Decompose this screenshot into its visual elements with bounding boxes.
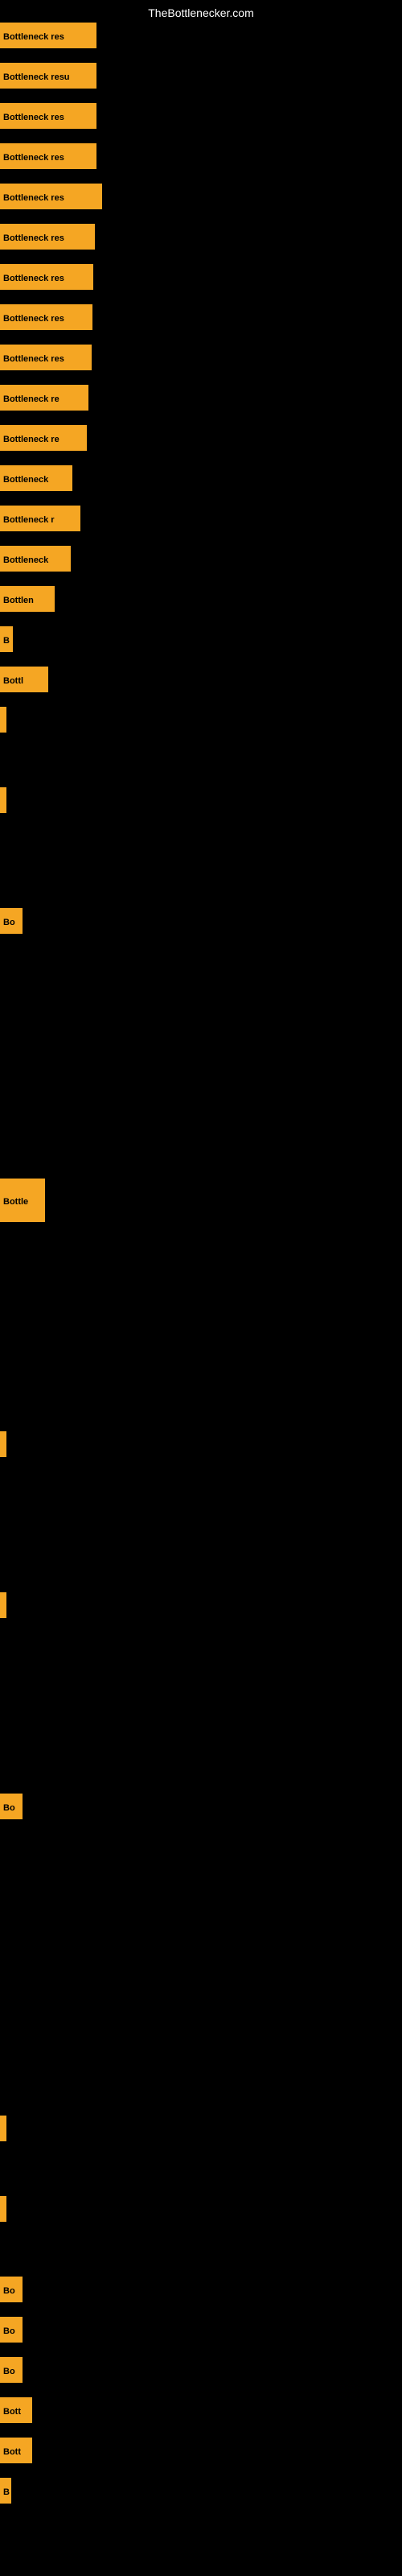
bar-label: Bottleneck re: [0, 385, 88, 411]
list-item: Bott: [0, 2397, 32, 2423]
bar-label: Bottleneck res: [0, 264, 93, 290]
bar-label: Bo: [0, 2277, 23, 2302]
bar-label: Bottleneck: [0, 546, 71, 572]
list-item: Bottleneck res: [0, 143, 96, 169]
bar-label: Bo: [0, 1794, 23, 1819]
list-item: [0, 707, 6, 733]
list-item: Bo: [0, 2277, 23, 2302]
list-item: Bottleneck res: [0, 184, 102, 209]
list-item: [0, 2116, 6, 2141]
bar-label: Bo: [0, 2317, 23, 2343]
bar-label: [0, 787, 6, 813]
list-item: Bottleneck re: [0, 425, 87, 451]
bar-label: Bottleneck: [0, 465, 72, 491]
bar-label: Bottlen: [0, 586, 55, 612]
bar-label: Bottleneck re: [0, 425, 87, 451]
list-item: Bo: [0, 2317, 23, 2343]
list-item: [0, 2196, 6, 2222]
list-item: B: [0, 626, 13, 652]
list-item: Bottleneck res: [0, 224, 95, 250]
site-title: TheBottlenecker.com: [148, 6, 254, 19]
list-item: [0, 1431, 6, 1457]
bar-label: Bo: [0, 908, 23, 934]
bar-label: Bo: [0, 2357, 23, 2383]
bar-label: Bottleneck res: [0, 304, 92, 330]
bar-label: [0, 2116, 6, 2141]
bar-label: Bottleneck res: [0, 224, 95, 250]
list-item: Bottleneck resu: [0, 63, 96, 89]
bar-label: Bottleneck res: [0, 184, 102, 209]
bar-label: B: [0, 2478, 11, 2504]
list-item: Bo: [0, 2357, 23, 2383]
list-item: Bo: [0, 908, 23, 934]
bar-label: Bottleneck r: [0, 506, 80, 531]
bar-label: [0, 1592, 6, 1618]
list-item: Bottleneck r: [0, 506, 80, 531]
list-item: Bottleneck re: [0, 385, 88, 411]
list-item: Bottleneck res: [0, 345, 92, 370]
bar-label: [0, 707, 6, 733]
list-item: Bott: [0, 2438, 32, 2463]
bar-label: B: [0, 626, 13, 652]
list-item: Bottle: [0, 1179, 45, 1222]
bar-label: Bottleneck res: [0, 143, 96, 169]
bar-label: Bottleneck resu: [0, 63, 96, 89]
list-item: Bottleneck: [0, 546, 71, 572]
bar-label: [0, 2196, 6, 2222]
list-item: Bottleneck res: [0, 264, 93, 290]
bar-label: Bottleneck res: [0, 103, 96, 129]
list-item: [0, 787, 6, 813]
bar-label: Bottl: [0, 667, 48, 692]
list-item: Bottleneck: [0, 465, 72, 491]
list-item: Bo: [0, 1794, 23, 1819]
list-item: Bottlen: [0, 586, 55, 612]
bar-label: Bottleneck res: [0, 345, 92, 370]
bar-label: Bott: [0, 2397, 32, 2423]
bar-label: Bott: [0, 2438, 32, 2463]
list-item: Bottl: [0, 667, 48, 692]
list-item: Bottleneck res: [0, 304, 92, 330]
list-item: Bottleneck res: [0, 103, 96, 129]
list-item: B: [0, 2478, 11, 2504]
bar-label: Bottleneck res: [0, 23, 96, 48]
bar-label: Bottle: [0, 1179, 45, 1222]
list-item: [0, 1592, 6, 1618]
bar-label: [0, 1431, 6, 1457]
list-item: Bottleneck res: [0, 23, 96, 48]
